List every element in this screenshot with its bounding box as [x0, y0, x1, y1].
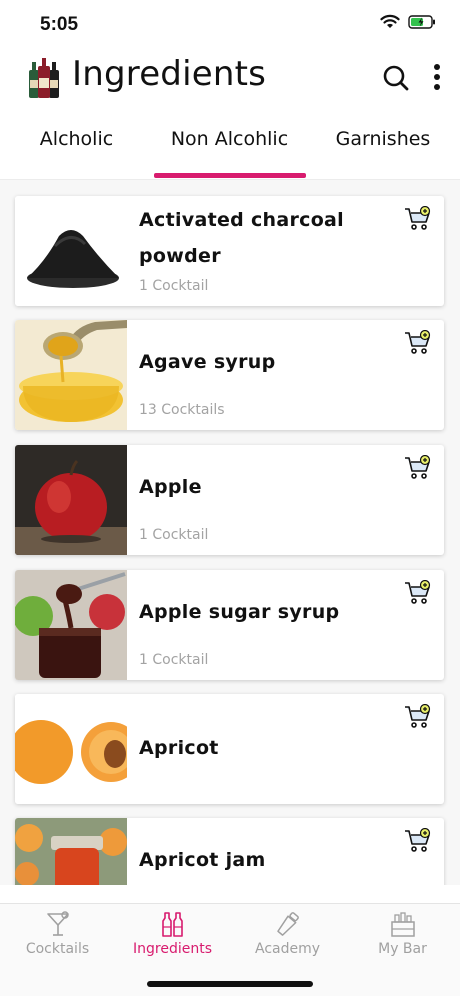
ingredient-name: Activated charcoal powder: [139, 209, 344, 267]
bottom-navigation: Cocktails Ingredients Academy My Bar: [0, 903, 460, 996]
nav-label: My Bar: [378, 941, 427, 957]
more-options-icon[interactable]: [432, 62, 442, 94]
bottles-logo-icon: [26, 56, 62, 100]
ingredient-card[interactable]: Agave syrup 13 Cocktails: [15, 320, 444, 430]
ingredient-image: [15, 196, 127, 306]
home-indicator[interactable]: [147, 981, 313, 987]
ingredient-card[interactable]: Apricot: [15, 694, 444, 804]
ingredient-image: [15, 694, 127, 804]
ingredient-name: Apricot jam: [139, 849, 266, 871]
cocktail-count: 1 Cocktail: [139, 652, 209, 668]
ingredient-card[interactable]: Apricot jam: [15, 818, 444, 885]
status-bar: 5:05: [0, 0, 460, 50]
active-tab-indicator: [154, 173, 306, 178]
add-to-cart-icon[interactable]: [404, 329, 432, 356]
add-to-cart-icon[interactable]: [404, 579, 432, 606]
wifi-icon: [380, 14, 400, 29]
cocktail-glass-icon: [45, 910, 71, 938]
ingredient-card[interactable]: Apple sugar syrup 1 Cocktail: [15, 570, 444, 680]
status-icons: [380, 14, 436, 29]
ingredient-name: Apricot: [139, 737, 219, 759]
ingredient-image: [15, 570, 127, 680]
category-tabs: Alcholic Non Alcohlic Garnishes: [0, 112, 460, 180]
nav-label: Cocktails: [25, 941, 90, 957]
ingredient-name: Agave syrup: [139, 351, 276, 373]
cocktail-count: 1 Cocktail: [139, 527, 209, 543]
ingredient-list[interactable]: Activated charcoal powder 1 Cocktail Aga…: [0, 180, 460, 885]
ingredient-name: Apple: [139, 476, 202, 498]
tab-alcoholic[interactable]: Alcholic: [0, 128, 153, 180]
ingredient-image: [15, 445, 127, 555]
ingredient-image: [15, 818, 127, 885]
bar-shelf-icon: [390, 910, 416, 938]
ingredient-image: [15, 320, 127, 430]
nav-academy[interactable]: Academy: [230, 904, 345, 974]
ingredient-card[interactable]: Activated charcoal powder 1 Cocktail: [15, 196, 444, 306]
cocktail-count: 1 Cocktail: [139, 278, 209, 294]
nav-label: Ingredients: [133, 941, 212, 957]
nav-ingredients[interactable]: Ingredients: [115, 904, 230, 974]
tab-garnishes[interactable]: Garnishes: [306, 128, 460, 180]
add-to-cart-icon[interactable]: [404, 205, 432, 232]
battery-icon: [408, 14, 436, 29]
nav-my-bar[interactable]: My Bar: [345, 904, 460, 974]
add-to-cart-icon[interactable]: [404, 703, 432, 730]
search-icon[interactable]: [382, 64, 410, 92]
ingredient-name: Apple sugar syrup: [139, 601, 340, 623]
status-time: 5:05: [40, 14, 79, 35]
shaker-icon: [275, 910, 301, 938]
add-to-cart-icon[interactable]: [404, 454, 432, 481]
add-to-cart-icon[interactable]: [404, 827, 432, 854]
ingredient-card[interactable]: Apple 1 Cocktail: [15, 445, 444, 555]
cocktail-count: 13 Cocktails: [139, 402, 225, 418]
app-header: Ingredients: [0, 50, 460, 112]
nav-label: Academy: [254, 941, 321, 957]
bottles-icon: [160, 910, 186, 938]
nav-cocktails[interactable]: Cocktails: [0, 904, 115, 974]
page-title: Ingredients: [72, 54, 267, 94]
